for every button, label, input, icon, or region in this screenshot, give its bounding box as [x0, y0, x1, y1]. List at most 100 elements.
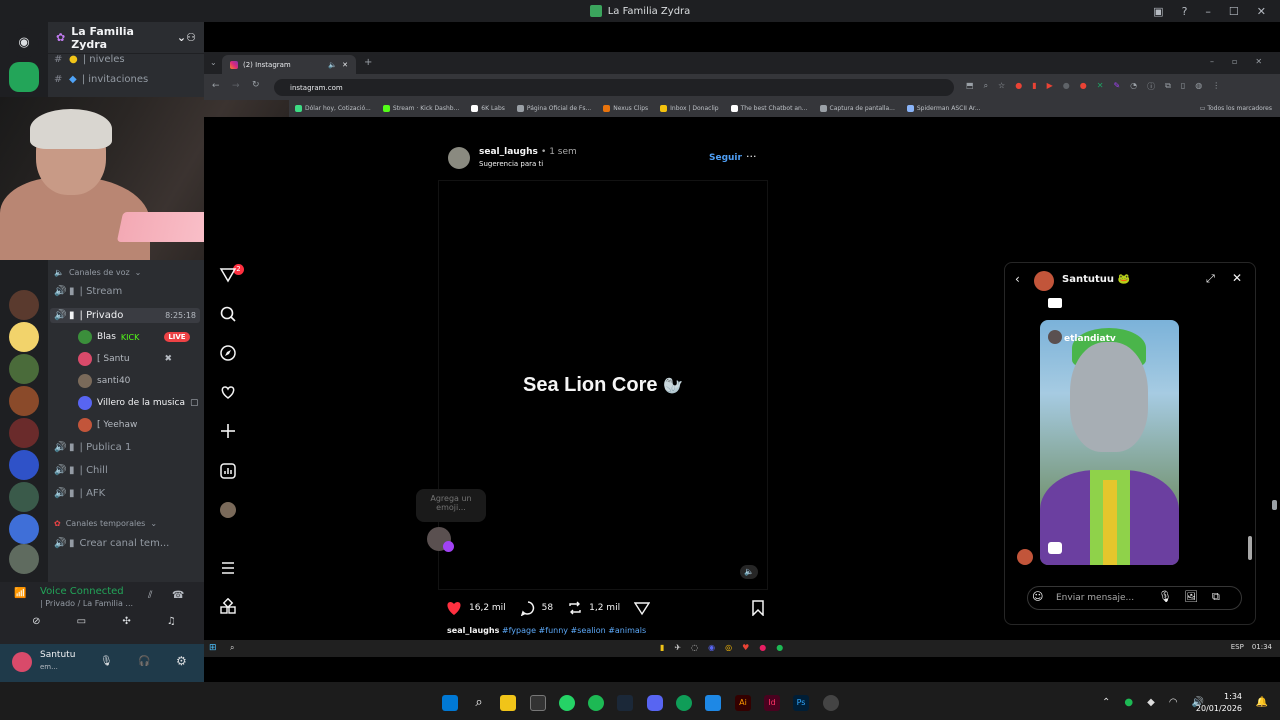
dm-scrollbar[interactable]	[1248, 536, 1252, 560]
voice-channel-create[interactable]: 🔊 ▮ Crear canal tem...	[54, 538, 169, 549]
voice-location[interactable]: | Privado / La Familia ...	[40, 599, 133, 608]
post-username[interactable]: seal_laughs	[479, 147, 538, 157]
activities-icon[interactable]: ✣	[122, 616, 130, 636]
repost-icon[interactable]	[567, 600, 583, 616]
minimize-button[interactable]: –	[1210, 57, 1214, 66]
apps-grid-icon[interactable]	[219, 598, 237, 616]
star-icon[interactable]: ☆	[998, 81, 1005, 92]
app-icon[interactable]: ◌	[691, 643, 698, 652]
extension-icon[interactable]: ◔	[1130, 81, 1137, 92]
maximize-button[interactable]: ▫	[1232, 57, 1237, 66]
member-row[interactable]: Blas KICK LIVE	[78, 330, 190, 344]
address-bar[interactable]: instagram.com	[274, 79, 954, 96]
tab-audio-icon[interactable]: 🔈	[328, 61, 337, 69]
bookmark-save-icon[interactable]	[751, 600, 765, 616]
tab-search-icon[interactable]: ⌄	[210, 58, 217, 67]
close-button[interactable]: ✕	[1255, 57, 1262, 66]
bookmark-item[interactable]: Nexus Clips	[603, 105, 648, 112]
server-icon[interactable]	[9, 386, 39, 416]
channel-niveles[interactable]: # ● | niveles	[54, 54, 125, 65]
browser-tab[interactable]: (2) Instagram 🔈 ✕	[222, 55, 356, 74]
extension-icon[interactable]: ▮	[1032, 81, 1036, 92]
server-icon[interactable]	[9, 322, 39, 352]
app-icon[interactable]: ✈	[674, 643, 681, 652]
notifications-icon[interactable]: 🔔	[1256, 697, 1268, 708]
chrome-icon[interactable]: ◎	[725, 643, 732, 652]
tab-close-icon[interactable]: ✕	[342, 61, 348, 69]
whatsapp-icon[interactable]	[559, 695, 575, 711]
steam-icon[interactable]	[617, 695, 633, 711]
dm-contact-name[interactable]: Santutuu 🐸	[1062, 274, 1130, 285]
post-author-avatar[interactable]	[448, 147, 470, 169]
file-explorer-icon[interactable]	[500, 695, 516, 711]
mic-icon[interactable]: 🎙	[100, 656, 113, 667]
sticker-icon[interactable]: ⧉	[1212, 590, 1220, 604]
add-member-icon[interactable]: ⚇	[186, 31, 196, 44]
headphones-icon[interactable]: 🎧	[138, 656, 150, 667]
voice-channel-stream[interactable]: 🔊 ▮ | Stream	[54, 286, 122, 297]
windows-start-icon[interactable]	[442, 695, 458, 711]
extension-icon[interactable]: ●	[1080, 81, 1087, 92]
caption-hashtags[interactable]: #fypage #funny #sealion #animals	[502, 626, 646, 635]
messenger-icon[interactable]	[219, 266, 237, 284]
expand-icon[interactable]: ⤢	[1206, 272, 1215, 286]
app-icon[interactable]	[705, 695, 721, 711]
settings-gear-icon[interactable]: ⚙	[176, 654, 187, 668]
sidebar-icon[interactable]: ▯	[1181, 81, 1185, 92]
server-icon[interactable]	[9, 482, 39, 512]
help-icon[interactable]: ?	[1182, 5, 1188, 18]
avatar[interactable]	[12, 652, 32, 672]
message-input[interactable]: Enviar mensaje...	[1027, 586, 1242, 610]
edge-icon[interactable]	[676, 695, 692, 711]
bookmark-item[interactable]: The best Chatbot an...	[730, 105, 808, 112]
bookmark-item[interactable]: 6K Labs	[471, 105, 505, 112]
create-icon[interactable]	[219, 422, 237, 440]
caption-username[interactable]: seal_laughs	[447, 626, 499, 635]
search-icon[interactable]	[219, 305, 237, 323]
member-row[interactable]: [ Yeehaw	[78, 418, 137, 432]
voice-category[interactable]: 🔈 Canales de voz ⌄	[54, 268, 141, 277]
server-icon-active[interactable]	[9, 62, 39, 92]
voice-status[interactable]: Voice Connected	[40, 586, 124, 597]
more-menu-icon[interactable]	[219, 559, 237, 577]
page-scrollbar[interactable]	[1272, 500, 1277, 510]
voice-channel-afk[interactable]: 🔊 ▮ | AFK	[54, 488, 105, 499]
comment-icon[interactable]	[520, 600, 536, 616]
app-icon[interactable]	[530, 695, 546, 711]
tray-app-icon[interactable]: ●	[1124, 697, 1133, 708]
app-icon[interactable]: ♥	[742, 643, 749, 652]
voice-channel-chill[interactable]: 🔊 ▮ | Chill	[54, 465, 108, 476]
extension-icon[interactable]: ✎	[1113, 81, 1120, 92]
app-icon[interactable]: ●	[759, 643, 766, 652]
server-icon[interactable]	[9, 514, 39, 544]
clock[interactable]: 1:34 20/01/2026	[1196, 691, 1242, 715]
shared-reel[interactable]: etlandiatv	[1040, 320, 1179, 565]
server-icon[interactable]	[9, 450, 39, 480]
voice-message-icon[interactable]: 🎙	[1158, 590, 1172, 603]
follow-button[interactable]: Seguir	[709, 153, 742, 163]
voice-channel-publica[interactable]: 🔊 ▮ | Publica 1	[54, 442, 131, 453]
forward-icon[interactable]: →	[232, 81, 240, 91]
puzzle-icon[interactable]: ⧉	[1165, 81, 1171, 92]
noise-icon[interactable]: ⫽	[148, 590, 152, 601]
like-heart-icon[interactable]	[445, 600, 463, 616]
new-tab-button[interactable]: +	[364, 57, 372, 68]
temp-category[interactable]: ✿ Canales temporales ⌄	[54, 519, 157, 528]
explore-icon[interactable]	[219, 344, 237, 362]
channel-invitaciones[interactable]: # ◆ | invitaciones	[54, 74, 148, 85]
windows-start-icon[interactable]: ⊞	[209, 643, 217, 653]
menu-icon[interactable]: ⋮	[1212, 81, 1220, 92]
minimize-button[interactable]: –	[1205, 5, 1211, 18]
spotify-icon[interactable]: ●	[776, 643, 783, 652]
close-button[interactable]: ✕	[1257, 5, 1266, 18]
spotify-icon[interactable]	[588, 695, 604, 711]
bookmark-item[interactable]: Dólar hoy, Cotizació...	[295, 105, 371, 112]
tray-app-icon[interactable]: ◆	[1147, 697, 1155, 708]
server-icon[interactable]	[9, 290, 39, 320]
close-dm-icon[interactable]: ✕	[1232, 271, 1242, 285]
search-icon[interactable]: ⌕	[471, 695, 487, 711]
inner-clock[interactable]: 01:34	[1252, 643, 1272, 651]
profile-avatar[interactable]	[220, 502, 236, 518]
member-row[interactable]: santi40	[78, 374, 130, 388]
server-icon[interactable]	[9, 354, 39, 384]
